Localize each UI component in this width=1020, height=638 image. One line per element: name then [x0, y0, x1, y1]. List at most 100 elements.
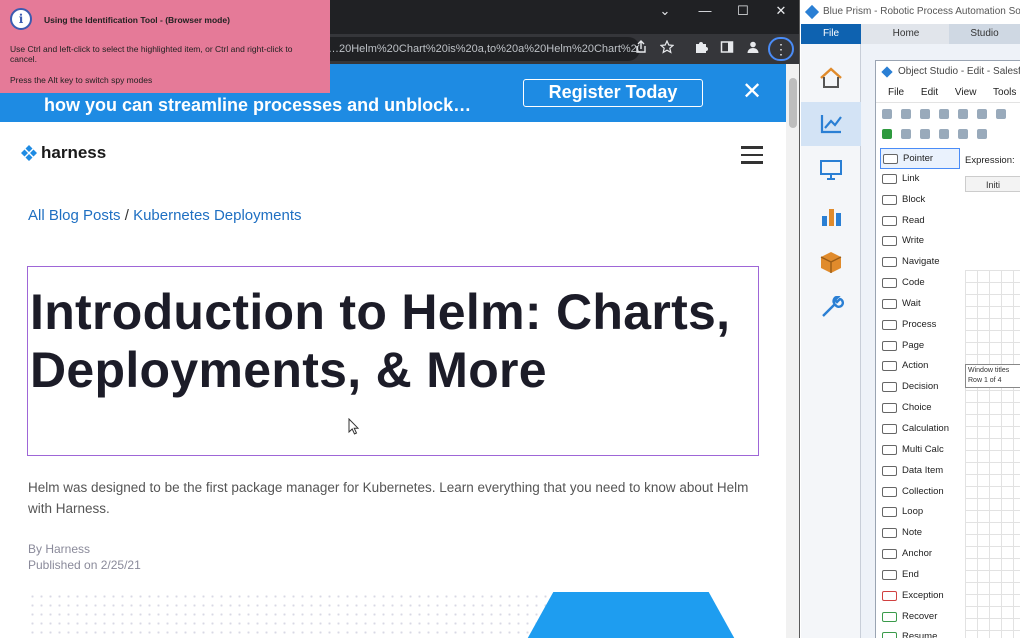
article-title: Introduction to Helm: Charts, Deployment…: [30, 284, 731, 398]
pause-icon[interactable]: [901, 129, 911, 139]
cut-icon[interactable]: [920, 109, 930, 119]
step-out-icon[interactable]: [958, 129, 968, 139]
tool-calculation[interactable]: Calculation: [880, 419, 960, 440]
link-icon: [882, 173, 897, 184]
page-selector-dropdown[interactable]: Initi: [965, 176, 1020, 192]
minimize-button[interactable]: —: [686, 0, 724, 22]
tool-label: Link: [902, 172, 920, 184]
tool-process[interactable]: Process: [880, 315, 960, 336]
harness-logo[interactable]: harness: [20, 142, 106, 164]
extensions-icon[interactable]: [692, 40, 710, 58]
info-icon: i: [10, 8, 32, 30]
tool-decision[interactable]: Decision: [880, 377, 960, 398]
profile-icon[interactable]: [744, 40, 762, 58]
maximize-button[interactable]: ☐: [724, 0, 762, 22]
paste-icon[interactable]: [958, 109, 968, 119]
tool-collection[interactable]: Collection: [880, 482, 960, 503]
tool-data-item[interactable]: Data Item: [880, 461, 960, 482]
tool-end[interactable]: End: [880, 565, 960, 586]
banner-line-2: how you can streamline processes and unb…: [44, 95, 472, 115]
tool-block[interactable]: Block: [880, 190, 960, 211]
read-icon: [882, 215, 897, 226]
tool-label: Read: [902, 214, 925, 226]
save-icon[interactable]: [882, 109, 892, 119]
ribbon-home-tab[interactable]: Home: [863, 24, 949, 44]
nav-system-icon[interactable]: [801, 286, 861, 330]
tool-pointer[interactable]: Pointer: [880, 148, 960, 169]
copy-icon[interactable]: [939, 109, 949, 119]
address-bar[interactable]: …20Helm%20Chart%20is%20a,to%20a%20Helm%2…: [300, 37, 640, 61]
register-today-button[interactable]: Register Today: [523, 79, 703, 107]
tool-page[interactable]: Page: [880, 336, 960, 357]
print-icon[interactable]: [901, 109, 911, 119]
scrollbar-thumb[interactable]: [789, 78, 797, 128]
hamburger-menu-icon[interactable]: [741, 146, 763, 164]
side-panel-icon[interactable]: [718, 40, 736, 58]
ribbon-file-tab[interactable]: File: [801, 24, 861, 44]
ribbon-studio-tab[interactable]: Studio: [949, 24, 1020, 44]
nav-releases-icon[interactable]: [801, 240, 861, 284]
nav-home-icon[interactable]: [801, 56, 861, 100]
tool-resume[interactable]: Resume: [880, 627, 960, 638]
tool-label: Write: [902, 235, 924, 247]
nav-control-room-icon[interactable]: [801, 148, 861, 192]
tool-label: Process: [902, 318, 937, 330]
data-item-icon: [882, 465, 897, 476]
write-icon: [882, 236, 897, 247]
tool-link[interactable]: Link: [880, 169, 960, 190]
tool-choice[interactable]: Choice: [880, 398, 960, 419]
tool-exception[interactable]: Exception: [880, 586, 960, 607]
tool-multi-calc[interactable]: Multi Calc: [880, 440, 960, 461]
nav-analytics-icon[interactable]: [801, 194, 861, 238]
object-studio-title: Object Studio - Edit - Salesf: [898, 66, 1020, 77]
close-window-button[interactable]: ✕: [762, 0, 799, 22]
canvas-stage-note[interactable]: Window titles Row 1 of 4: [965, 364, 1020, 388]
share-icon[interactable]: [632, 40, 650, 58]
tool-note[interactable]: Note: [880, 523, 960, 544]
spy-highlight-box: Introduction to Helm: Charts, Deployment…: [27, 266, 759, 456]
tool-code[interactable]: Code: [880, 273, 960, 294]
process-canvas[interactable]: [965, 194, 1020, 638]
spy-tooltip-title: Using the Identification Tool - (Browser…: [44, 15, 230, 25]
process-icon: [882, 319, 897, 330]
chrome-menu-icon[interactable]: ⋮: [768, 37, 794, 61]
banner-close-icon[interactable]: ✕: [742, 78, 762, 106]
spy-tooltip-body: Use Ctrl and left-click to select the hi…: [10, 44, 293, 64]
note-icon: [882, 528, 897, 539]
decorative-dot-grid: [28, 592, 548, 638]
tool-wait[interactable]: Wait: [880, 294, 960, 315]
tool-label: Note: [902, 527, 923, 539]
calculation-icon: [882, 423, 897, 434]
page-scrollbar[interactable]: [786, 64, 799, 638]
tool-action[interactable]: Action: [880, 356, 960, 377]
undo-icon[interactable]: [977, 109, 987, 119]
reset-icon[interactable]: [977, 129, 987, 139]
tool-recover[interactable]: Recover: [880, 607, 960, 628]
tab-search-icon[interactable]: ⌄: [646, 0, 684, 22]
desktop: ⌄ — ☐ ✕ …20Helm%20Chart%20is%20a,to%20a%…: [0, 0, 1020, 638]
tool-navigate[interactable]: Navigate: [880, 252, 960, 273]
object-studio-logo-icon: [881, 66, 893, 78]
action-icon: [882, 361, 897, 372]
breadcrumb-kubernetes-deployments[interactable]: Kubernetes Deployments: [133, 207, 301, 224]
step-icon[interactable]: [920, 129, 930, 139]
wait-icon: [882, 298, 897, 309]
nav-studio-icon[interactable]: [801, 102, 861, 146]
menu-file[interactable]: File: [888, 87, 904, 98]
tool-loop[interactable]: Loop: [880, 502, 960, 523]
tool-write[interactable]: Write: [880, 231, 960, 252]
redo-icon[interactable]: [996, 109, 1006, 119]
menu-edit[interactable]: Edit: [921, 87, 938, 98]
tool-label: Recover: [902, 610, 938, 622]
menu-tools[interactable]: Tools: [993, 87, 1016, 98]
breadcrumb-all-blog-posts[interactable]: All Blog Posts: [28, 207, 121, 224]
menu-view[interactable]: View: [955, 87, 977, 98]
multi-calc-icon: [882, 444, 897, 455]
bookmark-star-icon[interactable]: [658, 39, 676, 58]
run-icon[interactable]: [882, 129, 892, 139]
step-over-icon[interactable]: [939, 129, 949, 139]
tool-read[interactable]: Read: [880, 211, 960, 232]
tool-label: Resume: [902, 631, 938, 638]
tool-anchor[interactable]: Anchor: [880, 544, 960, 565]
object-studio-toolbar-1: [876, 104, 1020, 124]
